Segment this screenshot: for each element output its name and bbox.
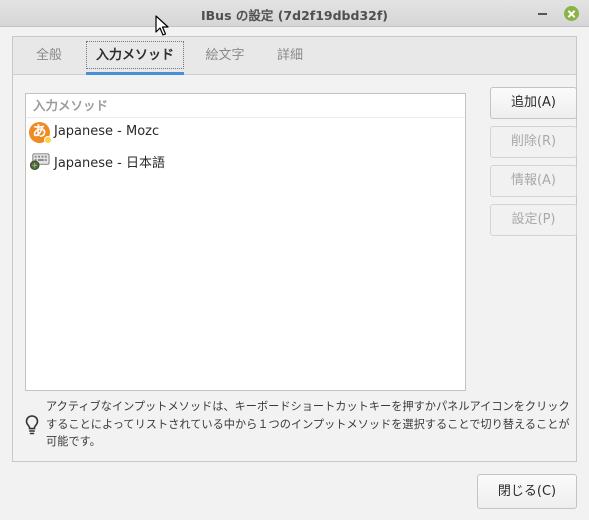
settings-button[interactable]: 設定(P)	[490, 204, 577, 236]
keyboard-icon	[29, 153, 50, 171]
title-bar[interactable]: IBus の設定 (7d2f19dbd32f)	[0, 0, 589, 27]
list-item-label: Japanese - 日本語	[54, 156, 165, 171]
tab-label: 詳細	[276, 48, 303, 63]
info-text: アクティブなインプットメソッドは、キーボードショートカットキーを押すかパネルアイ…	[46, 400, 570, 448]
input-method-list[interactable]: 入力メソッド あ Japanese - Mozc Japanese - 日本語	[25, 93, 466, 391]
tab-emoji[interactable]: 絵文字	[199, 37, 251, 74]
list-item-label: Japanese - Mozc	[54, 124, 160, 139]
info-button[interactable]: 情報(A)	[490, 165, 577, 197]
minimize-icon[interactable]	[535, 6, 550, 21]
ibus-preferences-window: IBus の設定 (7d2f19dbd32f) 全般 入力メソッド 絵文字 詳細…	[0, 0, 589, 520]
tab-general[interactable]: 全般	[27, 37, 71, 74]
tab-advanced[interactable]: 詳細	[268, 37, 312, 74]
tab-input-method[interactable]: 入力メソッド	[86, 37, 184, 75]
tab-active-indicator	[86, 72, 184, 75]
tab-label: 入力メソッド	[95, 48, 174, 63]
mouse-cursor-icon	[155, 15, 169, 36]
list-header: 入力メソッド	[26, 94, 465, 118]
close-button[interactable]: 閉じる(C)	[477, 474, 577, 509]
window-title: IBus の設定 (7d2f19dbd32f)	[201, 8, 388, 23]
list-item-japanese[interactable]: Japanese - 日本語	[26, 147, 465, 175]
mozc-hiragana-icon: あ	[29, 122, 52, 144]
info-hint: アクティブなインプットメソッドは、キーボードショートカットキーを押すかパネルアイ…	[24, 398, 572, 454]
tab-label: 全般	[35, 48, 62, 63]
tab-strip: 全般 入力メソッド 絵文字 詳細	[13, 37, 576, 75]
add-button[interactable]: 追加(A)	[490, 87, 577, 119]
close-window-icon[interactable]	[564, 6, 579, 21]
list-item-mozc[interactable]: あ Japanese - Mozc	[26, 119, 465, 147]
tab-label: 絵文字	[205, 48, 245, 63]
mozc-badge-icon	[44, 136, 52, 144]
remove-button[interactable]: 削除(R)	[490, 126, 577, 158]
lightbulb-icon	[25, 415, 39, 435]
